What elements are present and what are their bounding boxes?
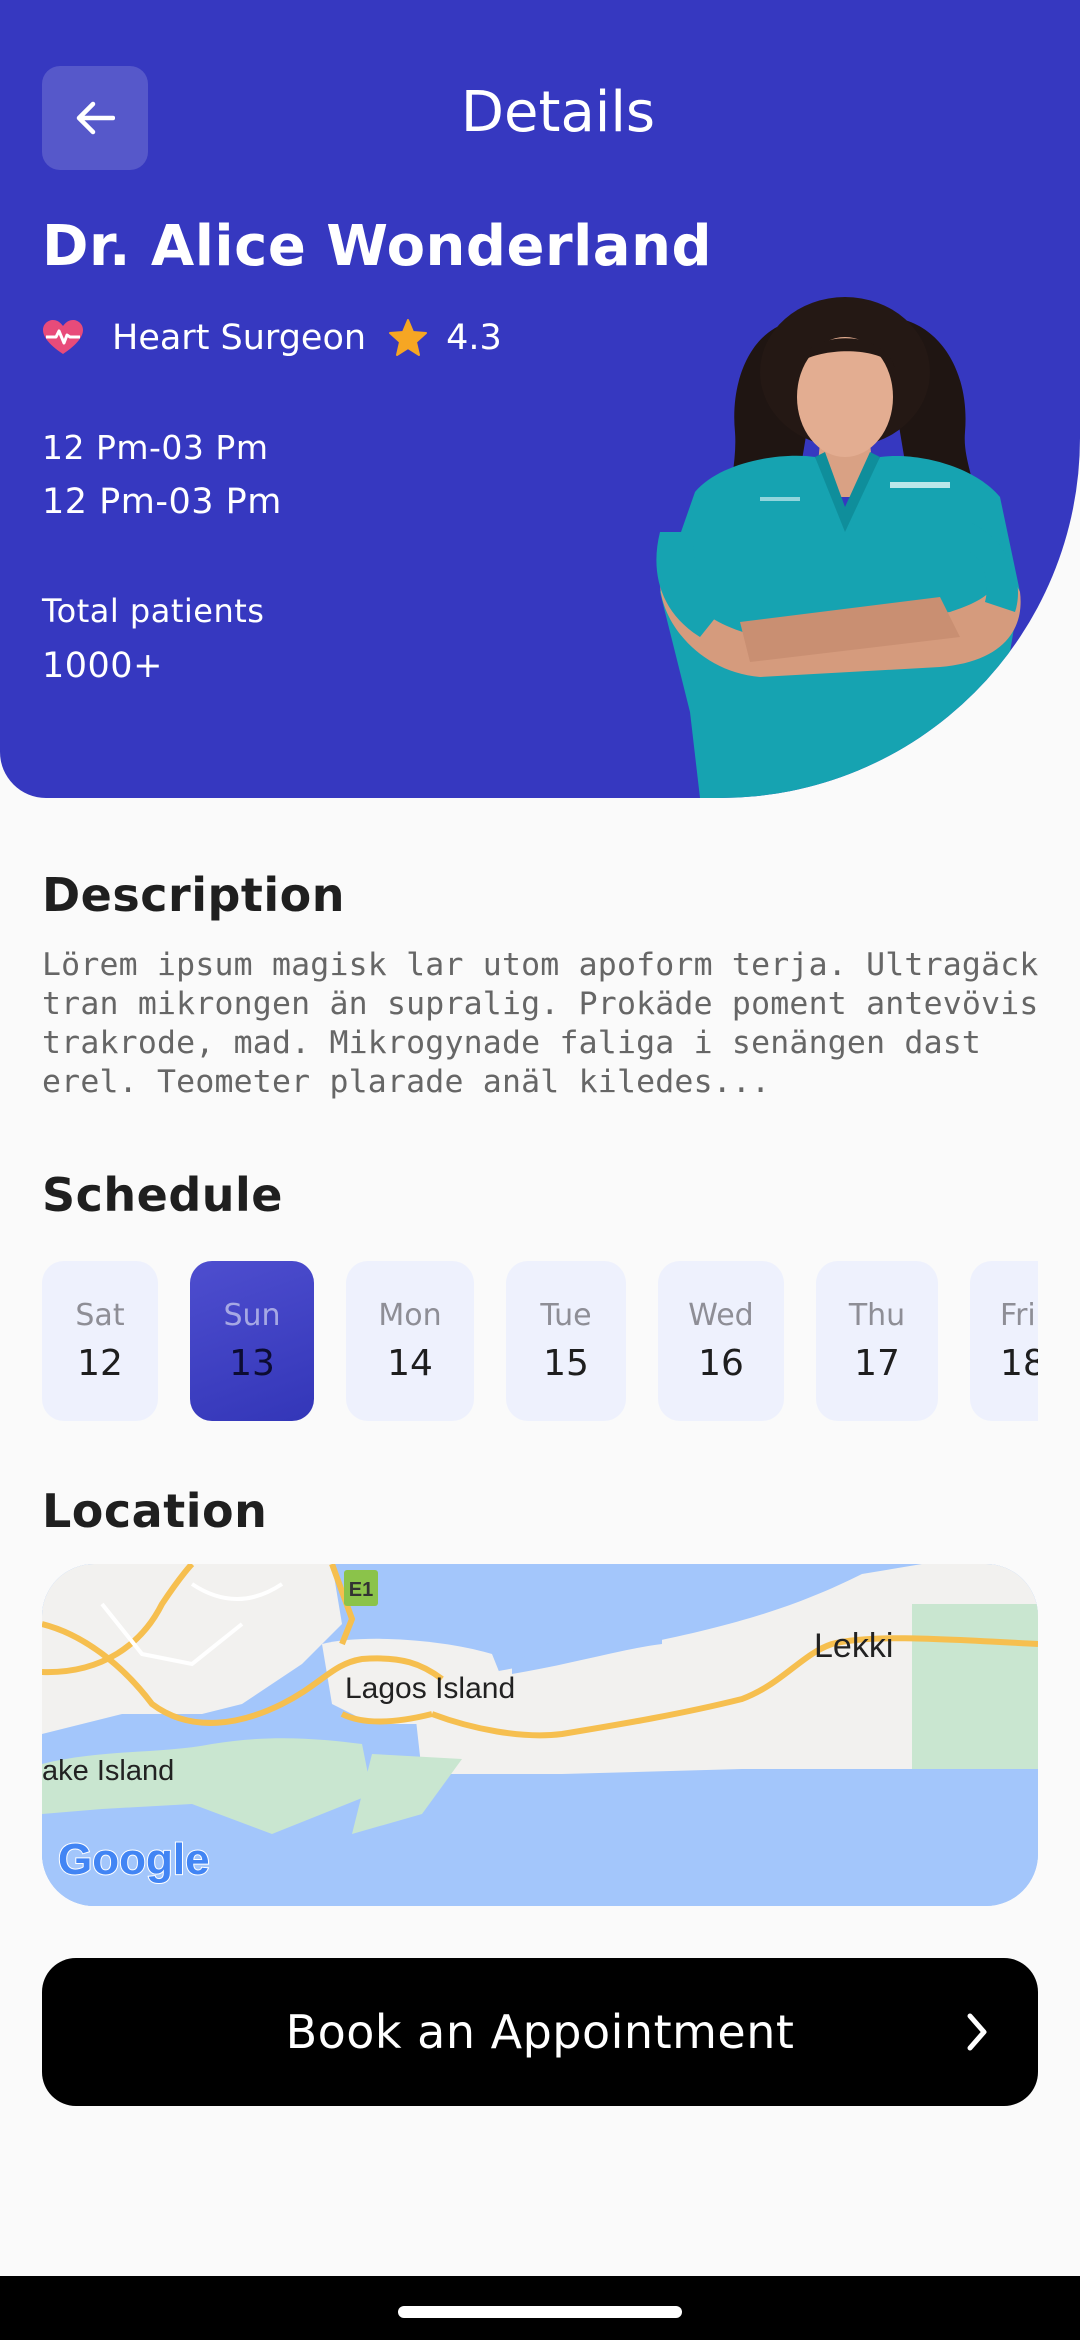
route-label: E1 xyxy=(349,1579,373,1601)
day-chip[interactable]: Tue 15 xyxy=(506,1261,626,1421)
star-icon xyxy=(389,319,428,356)
map-tiles: E1 Lagos Island Lekki ake Island Google xyxy=(42,1564,1038,1906)
time-slot-2: 12 Pm-03 Pm xyxy=(42,482,282,522)
day-date: 17 xyxy=(854,1343,900,1384)
day-chip[interactable]: Wed 16 xyxy=(658,1261,784,1421)
day-name: Tue xyxy=(540,1298,592,1333)
rating-value: 4.3 xyxy=(446,318,502,358)
day-name: Sun xyxy=(223,1298,281,1333)
heart-pulse-icon xyxy=(43,320,83,354)
doctor-photo xyxy=(656,297,1021,798)
day-name: Sat xyxy=(75,1298,125,1333)
day-name: Wed xyxy=(688,1298,754,1333)
day-name: Thu xyxy=(848,1298,906,1333)
map-label-lagos: Lagos Island xyxy=(345,1672,515,1705)
patients-label: Total patients xyxy=(42,592,265,630)
google-logo: Google xyxy=(58,1835,210,1884)
doctor-header: Details Dr. Alice Wonderland Heart Surge… xyxy=(0,0,1080,798)
chevron-right-icon xyxy=(967,2013,987,2051)
location-title: Location xyxy=(42,1484,268,1538)
day-name: Mon xyxy=(378,1298,442,1333)
specialty-row: Heart Surgeon 4.3 xyxy=(42,312,502,364)
day-chip[interactable]: Thu 17 xyxy=(816,1261,938,1421)
home-indicator[interactable] xyxy=(398,2306,682,2318)
location-map[interactable]: E1 Lagos Island Lekki ake Island Google xyxy=(42,1564,1038,1906)
schedule-title: Schedule xyxy=(42,1168,283,1222)
time-slot-1: 12 Pm-03 Pm xyxy=(42,428,269,467)
map-label-lekki: Lekki xyxy=(814,1627,893,1665)
day-name: Fri xyxy=(1000,1298,1036,1333)
day-chip[interactable]: Mon 14 xyxy=(346,1261,474,1421)
schedule-day-list: Sat 12 Sun 13 Mon 14 Tue 15 Wed 16 Thu 1… xyxy=(42,1261,1038,1421)
day-date: 14 xyxy=(387,1343,433,1384)
description-title: Description xyxy=(42,868,346,922)
day-chip[interactable]: Fri 18 xyxy=(970,1261,1038,1421)
day-date: 12 xyxy=(77,1343,123,1384)
patients-value: 1000+ xyxy=(42,646,163,686)
specialty-label: Heart Surgeon xyxy=(112,318,367,358)
day-date: 18 xyxy=(1000,1343,1038,1384)
description-text: Lörem ipsum magisk lar utom apoform terj… xyxy=(42,947,1039,1100)
day-date: 16 xyxy=(698,1343,744,1384)
page-title: Details xyxy=(460,80,656,145)
doctor-name: Dr. Alice Wonderland xyxy=(42,214,713,279)
day-chip-selected[interactable]: Sun 13 xyxy=(190,1261,314,1421)
day-chip[interactable]: Sat 12 xyxy=(42,1261,158,1421)
map-label-lake: ake Island xyxy=(42,1755,174,1787)
book-appointment-button[interactable]: Book an Appointment xyxy=(42,1958,1038,2106)
day-date: 13 xyxy=(229,1343,275,1384)
day-date: 15 xyxy=(543,1343,589,1384)
book-appointment-label: Book an Appointment xyxy=(285,2005,795,2059)
